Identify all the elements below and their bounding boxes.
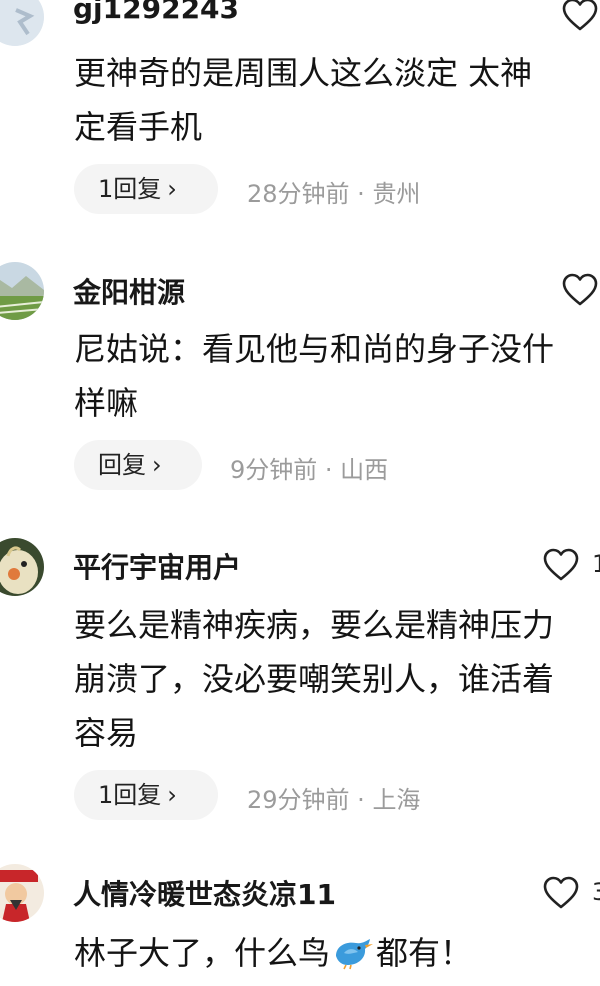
chevron-right-icon: ›: [167, 175, 177, 203]
comment-meta: 29分钟前 · 上海: [247, 780, 420, 815]
reply-button[interactable]: 1回复 ›: [74, 164, 218, 214]
comment-meta: 28分钟前 · 贵州: [247, 174, 420, 209]
like-count: 3: [592, 878, 600, 906]
heart-outline-icon[interactable]: [543, 876, 579, 910]
comment-meta: 9分钟前 · 山西: [230, 450, 388, 485]
comment-location: 上海: [372, 786, 421, 814]
comment-item: 金阳柑源 尼姑说：看见他与和尚的身子没什 样嘛 回复 › 9分钟前 · 山西: [0, 240, 600, 510]
reply-label: 1回复: [98, 781, 162, 809]
comment-text-line: 尼姑说：看见他与和尚的身子没什: [74, 330, 555, 368]
avatar[interactable]: [0, 0, 44, 46]
figure-avatar-icon: [0, 864, 44, 922]
reply-button[interactable]: 1回复 ›: [74, 770, 218, 820]
meta-separator: ·: [349, 786, 373, 814]
comment-item: gj1292243 更神奇的是周围人这么淡定 太神 定看手机 1回复 › 28分钟…: [0, 0, 600, 240]
comment-location: 贵州: [372, 180, 421, 208]
bird-avatar-icon: [0, 538, 44, 596]
chevron-right-icon: ›: [167, 781, 177, 809]
comment-text-line: 崩溃了，没必要嘲笑别人，谁活着: [74, 660, 555, 698]
comment-text-line: 林子大了，什么鸟 都有！: [74, 926, 472, 980]
reply-label: 1回复: [98, 175, 162, 203]
reply-label: 回复: [98, 451, 146, 479]
heart-outline-icon[interactable]: [562, 0, 598, 32]
comment-item: 人情冷暖世态炎凉11 3 林子大了，什么鸟 都有！: [0, 840, 600, 986]
comment-username[interactable]: gj1292243: [73, 0, 239, 25]
comment-text-segment: 林子大了，什么鸟: [74, 934, 331, 972]
comment-text-line: 更神奇的是周围人这么淡定 太神: [74, 54, 533, 92]
default-avatar-icon: [0, 0, 44, 46]
bird-emoji-icon: [336, 939, 374, 970]
avatar[interactable]: [0, 864, 44, 922]
comment-text-line: 定看手机: [74, 108, 203, 146]
comment-text-line: 样嘛: [74, 384, 139, 422]
comment-username[interactable]: 金阳柑源: [73, 271, 185, 311]
heart-outline-icon[interactable]: [562, 273, 598, 307]
comment-text-segment: 都有！: [376, 934, 473, 972]
reply-button[interactable]: 回复 ›: [74, 440, 202, 490]
avatar[interactable]: [0, 538, 44, 596]
comment-location: 山西: [340, 456, 389, 484]
comment-time: 29分钟前: [247, 786, 350, 814]
comment-username[interactable]: 平行宇宙用户: [73, 546, 241, 586]
meta-separator: ·: [317, 456, 341, 484]
chevron-right-icon: ›: [152, 451, 162, 479]
comment-time: 28分钟前: [247, 180, 350, 208]
comment-item: 平行宇宙用户 1 要么是精神疾病，要么是精神压力 崩溃了，没必要嘲笑别人，谁活着…: [0, 510, 600, 840]
landscape-avatar-icon: [0, 262, 44, 320]
like-count: 1: [592, 550, 600, 578]
comment-username[interactable]: 人情冷暖世态炎凉11: [73, 873, 336, 913]
avatar[interactable]: [0, 262, 44, 320]
meta-separator: ·: [349, 180, 373, 208]
comment-text-line: 要么是精神疾病，要么是精神压力: [74, 606, 555, 644]
comment-time: 9分钟前: [230, 456, 318, 484]
comment-text-line: 容易: [74, 714, 139, 752]
heart-outline-icon[interactable]: [543, 548, 579, 582]
